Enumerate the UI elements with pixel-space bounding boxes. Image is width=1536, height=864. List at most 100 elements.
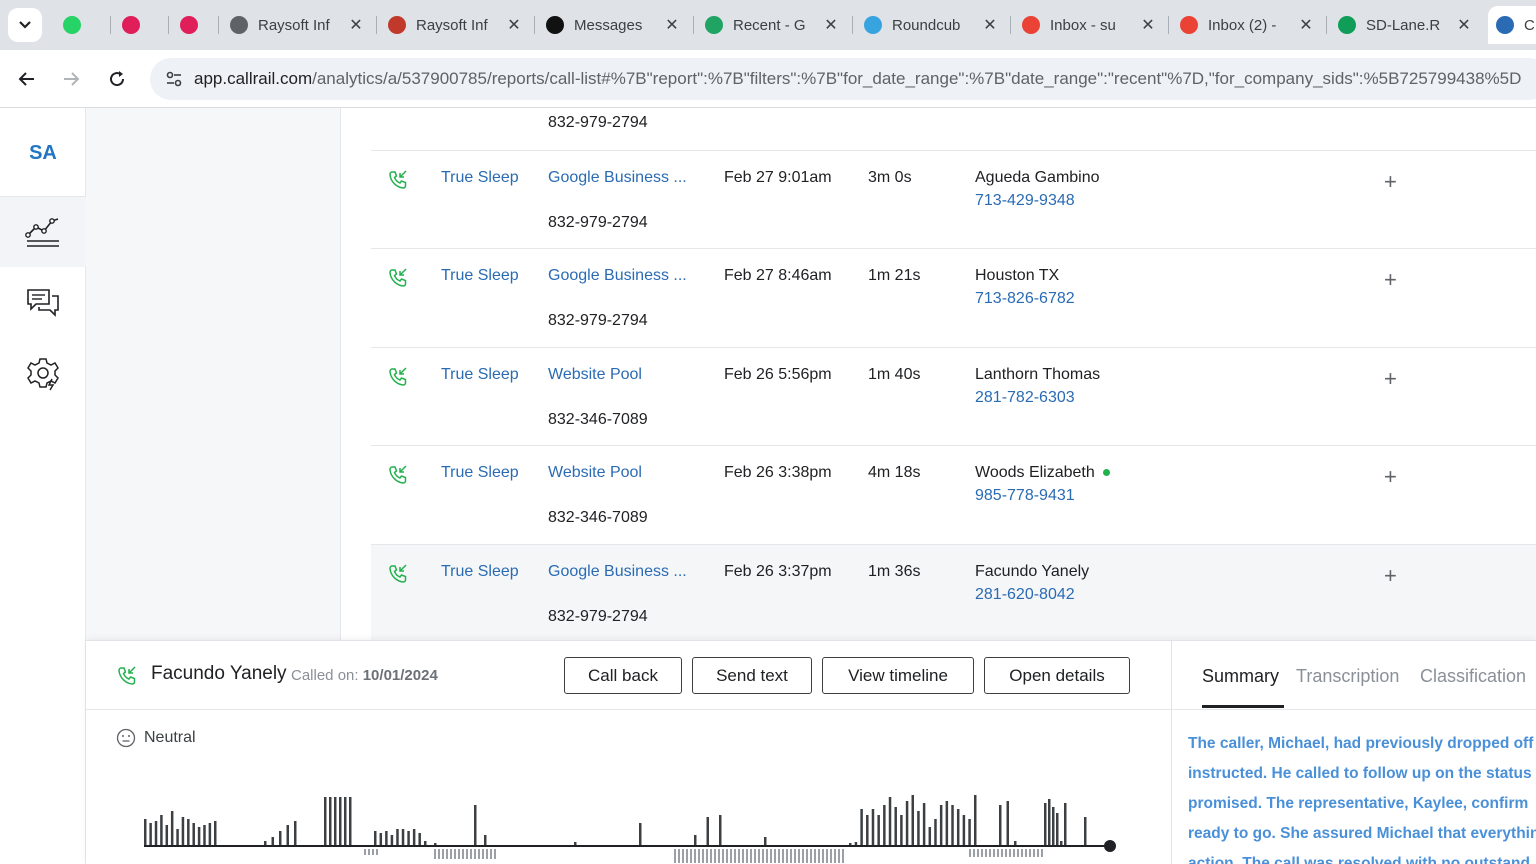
add-tag-button[interactable]: + [1384,267,1397,293]
company-link[interactable]: True Sleep [441,464,519,482]
source-link[interactable]: Google Business ... [548,169,693,187]
sidebar-item-conversations[interactable] [0,268,86,338]
close-tab-icon[interactable]: ✕ [1456,15,1472,35]
summary-line: The caller, Michael, had previously drop… [1188,735,1534,752]
waveform-bar [778,849,780,863]
view-timeline-button[interactable]: View timeline [822,657,974,694]
audio-waveform[interactable] [144,781,1124,864]
tab-title: Roundcub [892,16,961,34]
browser-tab[interactable] [172,6,212,44]
tab-summary[interactable]: Summary [1202,666,1279,687]
table-row[interactable]: True Sleep Website Pool 832-346-7089 Feb 26… [371,445,1536,543]
waveform-bar [407,831,410,845]
close-tab-icon[interactable]: ✕ [1298,15,1314,35]
tab-search-button[interactable] [8,8,42,42]
source-link[interactable]: Website Pool [548,366,693,384]
browser-tab[interactable] [55,6,95,44]
waveform-bar [1052,807,1055,845]
close-tab-icon[interactable]: ✕ [823,15,839,35]
browser-tab[interactable]: Inbox (2) - ✕ [1172,6,1322,44]
waveform-bar [694,849,696,863]
waveform-bar [894,807,897,845]
waveform-bar [438,849,440,859]
caller-phone-link[interactable]: 713-826-6782 [975,290,1075,308]
browser-tab[interactable]: C [1488,6,1536,44]
close-tab-icon[interactable]: ✕ [664,15,680,35]
call-back-button[interactable]: Call back [564,657,682,694]
waveform-bar [424,841,427,845]
callrail-icon [1496,16,1514,34]
close-tab-icon[interactable]: ✕ [982,15,998,35]
address-bar[interactable]: app.callrail.com/analytics/a/537900785/r… [150,58,1536,100]
tab-classification[interactable]: Classification [1420,666,1526,687]
waveform-bar [1044,803,1047,845]
table-row[interactable]: True Sleep Google Business ... 832-979-279… [371,248,1536,346]
waveform-bar [379,833,383,845]
site-info-icon[interactable] [154,69,194,89]
tab-title: Raysoft Inf [258,16,330,34]
waveform-bar [758,849,760,863]
send-text-button[interactable]: Send text [692,657,812,694]
waveform-bar [324,797,327,845]
app-sidebar: SA [0,108,86,864]
tab-transcription[interactable]: Transcription [1296,666,1399,687]
sidebar-item-settings[interactable] [0,339,86,409]
reload-button[interactable] [100,62,134,96]
waveform-bar [900,815,903,845]
caller-phone-link[interactable]: 281-782-6303 [975,389,1075,407]
waveform-bar [458,849,460,859]
roundcube-icon [864,16,882,34]
waveform-bar [888,797,892,845]
sidebar-item-analytics[interactable] [0,197,86,267]
source-link[interactable]: Google Business ... [548,267,693,285]
waveform-bar [390,835,394,845]
company-link[interactable]: True Sleep [441,563,519,581]
waveform-bar [702,849,704,863]
waveform-bar [271,837,274,845]
add-tag-button[interactable]: + [1384,464,1397,490]
table-row[interactable]: True Sleep Google Business ... 832-979-279… [371,150,1536,248]
waveform-bar [928,827,932,845]
account-logo[interactable]: SA [0,142,86,165]
browser-tab[interactable] [114,6,154,44]
caller-phone-link[interactable]: 985-778-9431 [975,487,1075,505]
waveform-bar [165,825,169,845]
table-row[interactable]: True Sleep Website Pool 832-346-7089 Feb 26… [371,347,1536,445]
browser-tab[interactable]: Inbox - su ✕ [1014,6,1164,44]
waveform-bar [454,849,456,859]
waveform-bar [782,849,784,863]
waveform-bar [412,829,416,845]
company-link[interactable]: True Sleep [441,169,519,187]
close-tab-icon[interactable]: ✕ [348,15,364,35]
add-tag-button[interactable]: + [1384,563,1397,589]
browser-tab[interactable]: Messages ✕ [538,6,688,44]
table-row[interactable]: True Sleep Google Business ... 832-979-279… [371,544,1536,640]
browser-tab[interactable]: SD-Lane.R ✕ [1330,6,1480,44]
inbound-call-icon [387,169,409,196]
company-link[interactable]: True Sleep [441,366,519,384]
forward-button[interactable] [54,62,88,96]
waveform-bar [294,821,297,845]
add-tag-button[interactable]: + [1384,366,1397,392]
back-button[interactable] [10,62,44,96]
waveform-bar [968,819,971,845]
caller-phone-link[interactable]: 713-429-9348 [975,192,1075,210]
browser-tab[interactable]: Raysoft Inf ✕ [380,6,530,44]
call-detail-panel: Facundo Yanely Called on: 10/01/2024 Cal… [86,640,1536,864]
waveform-bar [985,849,987,857]
close-tab-icon[interactable]: ✕ [1140,15,1156,35]
browser-tab[interactable]: Recent - G ✕ [697,6,847,44]
source-link[interactable]: Google Business ... [548,563,693,581]
call-duration: 1m 40s [868,366,921,383]
waveform-bar [706,849,708,863]
add-tag-button[interactable]: + [1384,169,1397,195]
close-tab-icon[interactable]: ✕ [506,15,522,35]
waveform-bar [818,849,820,863]
company-link[interactable]: True Sleep [441,267,519,285]
caller-phone-link[interactable]: 281-620-8042 [975,586,1075,604]
browser-tab[interactable]: Raysoft Inf ✕ [222,6,372,44]
waveform-bar [181,817,185,845]
source-link[interactable]: Website Pool [548,464,693,482]
browser-tab[interactable]: Roundcub ✕ [856,6,1006,44]
open-details-button[interactable]: Open details [984,657,1130,694]
